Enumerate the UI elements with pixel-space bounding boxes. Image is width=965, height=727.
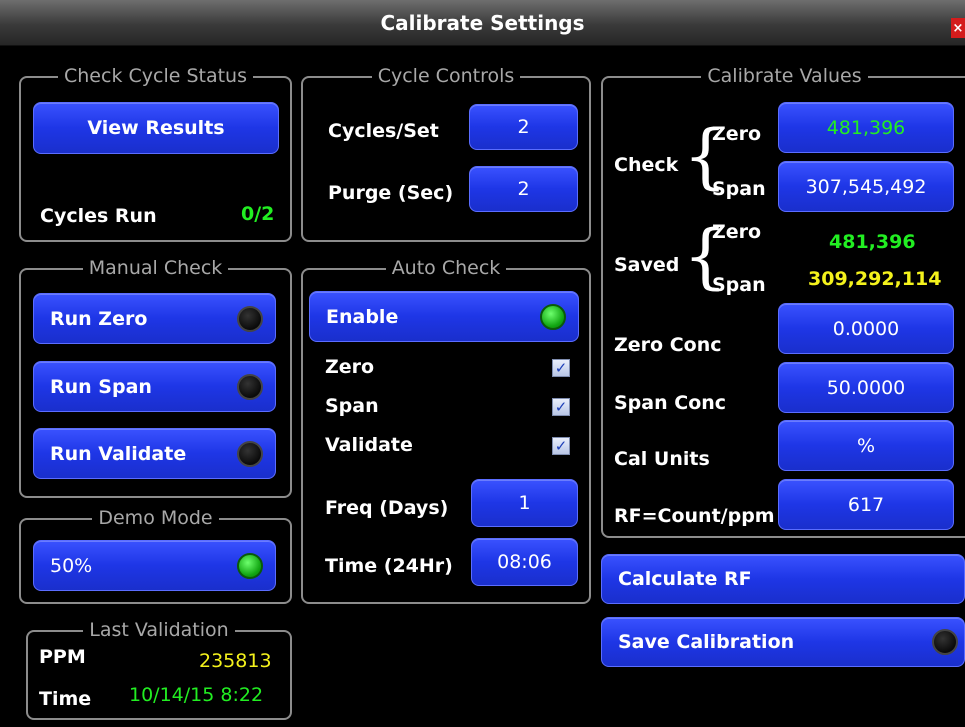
purge-field[interactable]: 2 <box>469 166 578 212</box>
zero-conc-label: Zero Conc <box>614 334 722 356</box>
check-span-label: Span <box>712 178 766 200</box>
purge-value: 2 <box>517 178 530 200</box>
cycles-per-set-label: Cycles/Set <box>328 120 439 142</box>
cycles-run-value: 0/2 <box>241 203 275 225</box>
demo-mode-legend: Demo Mode <box>92 507 219 529</box>
zero-conc-field[interactable]: 0.0000 <box>778 303 954 354</box>
saved-zero-label: Zero <box>712 221 762 243</box>
calculate-rf-label: Calculate RF <box>618 568 752 590</box>
cal-units-label: Cal Units <box>614 448 710 470</box>
span-conc-field[interactable]: 50.0000 <box>778 362 954 413</box>
close-icon[interactable]: × <box>951 18 965 38</box>
auto-zero-checkbox[interactable]: ✓ <box>552 359 570 377</box>
view-results-label: View Results <box>87 117 225 139</box>
check-cycle-status-legend: Check Cycle Status <box>58 65 253 87</box>
check-zero-value: 481,396 <box>826 116 906 139</box>
purge-label: Purge (Sec) <box>328 182 454 204</box>
cal-units-value: % <box>856 434 876 457</box>
auto-validate-label: Validate <box>325 434 413 456</box>
run-span-led-icon <box>237 373 263 400</box>
span-conc-label: Span Conc <box>614 392 727 414</box>
run-span-button[interactable]: Run Span <box>33 361 276 412</box>
cycle-controls-legend: Cycle Controls <box>371 65 521 87</box>
freq-value: 1 <box>518 492 531 514</box>
cycles-per-set-value: 2 <box>517 116 530 138</box>
run-validate-led-icon <box>237 440 263 467</box>
saved-label: Saved <box>614 254 680 276</box>
rf-value: 617 <box>847 493 885 516</box>
auto-zero-label: Zero <box>325 356 375 378</box>
span-conc-value: 50.0000 <box>826 376 906 399</box>
ppm-value: 235813 <box>199 650 272 672</box>
run-span-label: Run Span <box>50 375 152 398</box>
saved-zero-value: 481,396 <box>829 231 916 253</box>
cycle-controls-group: Cycle Controls <box>301 65 591 242</box>
ppm-label: PPM <box>39 646 86 668</box>
time-value: 08:06 <box>497 551 552 573</box>
run-zero-label: Run Zero <box>50 307 148 330</box>
rf-label: RF=Count/ppm <box>614 505 775 527</box>
rf-field[interactable]: 617 <box>778 479 954 530</box>
time-field[interactable]: 08:06 <box>471 538 578 586</box>
save-calibration-button[interactable]: Save Calibration <box>601 617 965 667</box>
calculate-rf-button[interactable]: Calculate RF <box>601 554 965 604</box>
run-zero-button[interactable]: Run Zero <box>33 293 276 344</box>
check-label: Check <box>614 154 679 176</box>
demo-mode-value: 50% <box>50 554 93 577</box>
check-span-field[interactable]: 307,545,492 <box>778 161 954 212</box>
auto-span-label: Span <box>325 395 379 417</box>
last-validation-time-value: 10/14/15 8:22 <box>129 684 264 706</box>
calibrate-values-legend: Calibrate Values <box>701 65 868 87</box>
auto-check-enable-label: Enable <box>326 305 399 328</box>
check-span-value: 307,545,492 <box>805 175 927 198</box>
auto-span-checkbox[interactable]: ✓ <box>552 398 570 416</box>
demo-mode-button[interactable]: 50% <box>33 540 276 591</box>
cycles-per-set-field[interactable]: 2 <box>469 104 578 150</box>
check-zero-field[interactable]: 481,396 <box>778 102 954 153</box>
freq-field[interactable]: 1 <box>471 479 578 527</box>
demo-mode-led-icon <box>237 552 263 579</box>
auto-validate-checkbox[interactable]: ✓ <box>552 437 570 455</box>
freq-label: Freq (Days) <box>325 497 449 519</box>
last-validation-legend: Last Validation <box>83 619 235 641</box>
saved-span-value: 309,292,114 <box>808 268 942 290</box>
run-validate-button[interactable]: Run Validate <box>33 428 276 479</box>
cal-units-field[interactable]: % <box>778 420 954 471</box>
auto-check-enable-button[interactable]: Enable <box>309 291 579 342</box>
check-zero-label: Zero <box>712 123 762 145</box>
auto-check-enable-led-icon <box>540 303 566 330</box>
save-calibration-led-icon <box>932 629 958 655</box>
manual-check-legend: Manual Check <box>82 257 229 279</box>
run-validate-label: Run Validate <box>50 442 187 465</box>
run-zero-led-icon <box>237 305 263 332</box>
title-bar: Calibrate Settings × <box>0 0 965 46</box>
time-label: Time (24Hr) <box>325 555 453 577</box>
auto-check-legend: Auto Check <box>385 257 507 279</box>
save-calibration-label: Save Calibration <box>618 631 795 653</box>
cycles-run-label: Cycles Run <box>40 205 157 227</box>
saved-span-label: Span <box>712 274 766 296</box>
view-results-button[interactable]: View Results <box>33 102 279 154</box>
last-validation-time-label: Time <box>39 688 92 710</box>
window-title: Calibrate Settings <box>380 10 585 35</box>
zero-conc-value: 0.0000 <box>832 317 900 340</box>
